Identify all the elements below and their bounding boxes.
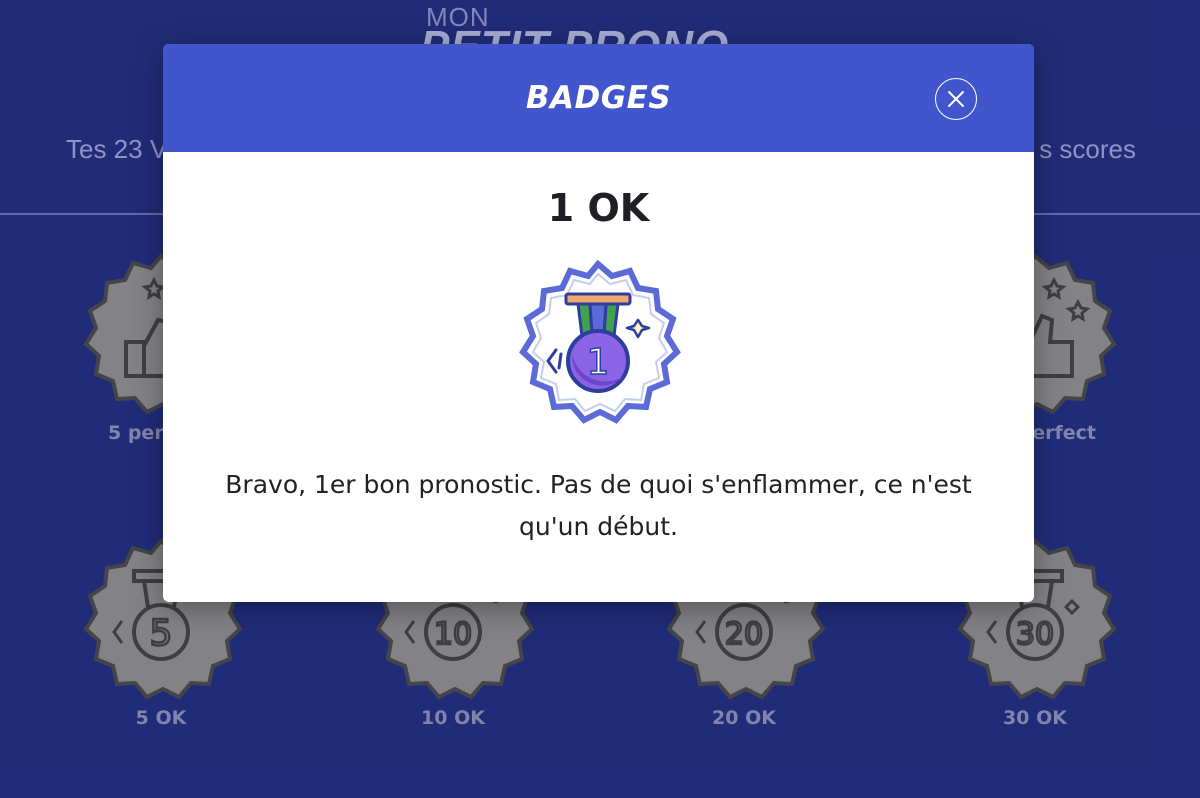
medal-number: 1 [587,342,610,383]
close-button[interactable] [935,78,977,120]
medal-1-badge-icon: 1 [519,259,681,424]
badge-description: Bravo, 1er bon pronostic. Pas de quoi s'… [225,470,972,541]
modal-title: BADGES [525,80,672,116]
badge-name: 1 OK [547,186,650,230]
close-icon [948,91,964,107]
badge-modal: BADGES 1 OK 1 Bravo, 1er bon pronostic. … [163,44,1034,602]
modal-header: BADGES [163,44,1034,152]
